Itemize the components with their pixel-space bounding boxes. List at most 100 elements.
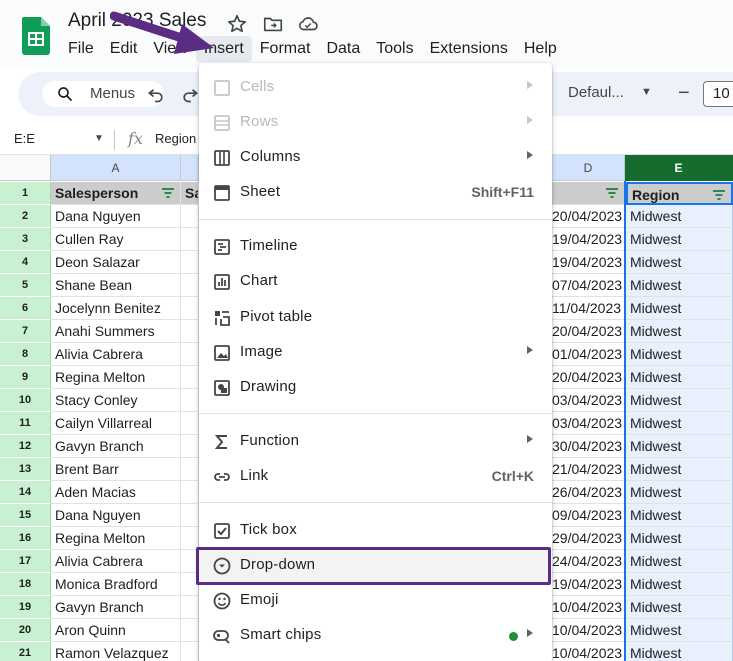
cell-date[interactable]: 20/04/2023 <box>552 205 625 228</box>
filter-icon[interactable] <box>712 189 726 201</box>
cell-salesperson[interactable]: Jocelynn Benitez <box>51 297 181 320</box>
cell-region[interactable]: Midwest <box>626 527 733 550</box>
sheets-logo-icon[interactable] <box>22 17 50 55</box>
filter-icon[interactable] <box>605 187 619 199</box>
cell-region[interactable]: Midwest <box>626 642 733 661</box>
menu-extensions[interactable]: Extensions <box>422 36 516 62</box>
row-header[interactable]: 6 <box>0 297 51 320</box>
cell-b[interactable] <box>181 596 199 619</box>
cell-salesperson[interactable]: Brent Barr <box>51 458 181 481</box>
row-header[interactable]: 17 <box>0 550 51 573</box>
row-header[interactable]: 14 <box>0 481 51 504</box>
cell-salesperson[interactable]: Cullen Ray <box>51 228 181 251</box>
cell-date[interactable]: 11/04/2023 <box>552 297 625 320</box>
font-size-input[interactable]: 10 <box>703 81 733 107</box>
cell-region[interactable]: Midwest <box>626 320 733 343</box>
cell-salesperson[interactable]: Regina Melton <box>51 366 181 389</box>
row-header[interactable]: 9 <box>0 366 51 389</box>
cell-salesperson[interactable]: Anahi Summers <box>51 320 181 343</box>
cell-region[interactable]: Midwest <box>626 573 733 596</box>
row-header[interactable]: 16 <box>0 527 51 550</box>
cell-date[interactable]: 20/04/2023 <box>552 366 625 389</box>
menu-help[interactable]: Help <box>516 36 565 62</box>
cell-b[interactable] <box>181 619 199 642</box>
cell-b[interactable] <box>181 642 199 661</box>
cloud-status-icon[interactable] <box>297 13 319 35</box>
column-header-d[interactable]: D <box>552 155 625 181</box>
cell-salesperson[interactable]: Gavyn Branch <box>51 596 181 619</box>
header-cell-b[interactable]: Sa <box>181 182 199 205</box>
column-header-b[interactable] <box>181 155 199 181</box>
row-header[interactable]: 18 <box>0 573 51 596</box>
cell-region[interactable]: Midwest <box>626 343 733 366</box>
cell-salesperson[interactable]: Alivia Cabrera <box>51 550 181 573</box>
cell-date[interactable]: 19/04/2023 <box>552 251 625 274</box>
cell-salesperson[interactable]: Deon Salazar <box>51 251 181 274</box>
row-header[interactable]: 21 <box>0 642 51 661</box>
cell-region[interactable]: Midwest <box>626 481 733 504</box>
cell-salesperson[interactable]: Gavyn Branch <box>51 435 181 458</box>
cell-date[interactable]: 07/04/2023 <box>552 274 625 297</box>
cell-date[interactable]: 29/04/2023 <box>552 527 625 550</box>
undo-icon[interactable] <box>146 84 166 104</box>
cell-region[interactable]: Midwest <box>626 366 733 389</box>
menu-item-pivot-table[interactable]: Pivot table <box>199 300 552 335</box>
row-header[interactable]: 2 <box>0 205 51 228</box>
cell-salesperson[interactable]: Dana Nguyen <box>51 504 181 527</box>
formula-input[interactable]: Region <box>155 131 196 146</box>
move-folder-icon[interactable] <box>262 13 284 35</box>
cell-b[interactable] <box>181 435 199 458</box>
cell-region[interactable]: Midwest <box>626 389 733 412</box>
select-all-corner[interactable] <box>0 155 51 181</box>
menu-tools[interactable]: Tools <box>368 36 421 62</box>
menu-item-emoji[interactable]: Emoji <box>199 583 552 618</box>
cell-date[interactable]: 19/04/2023 <box>552 228 625 251</box>
cell-salesperson[interactable]: Dana Nguyen <box>51 205 181 228</box>
menu-item-columns[interactable]: Columns <box>199 140 552 175</box>
cell-region[interactable]: Midwest <box>626 504 733 527</box>
font-family-caret-icon[interactable]: ▼ <box>641 86 652 98</box>
cell-b[interactable] <box>181 297 199 320</box>
cell-region[interactable]: Midwest <box>626 274 733 297</box>
cell-date[interactable]: 24/04/2023 <box>552 550 625 573</box>
redo-icon[interactable] <box>180 84 200 104</box>
header-cell-date[interactable] <box>552 182 625 205</box>
cell-b[interactable] <box>181 366 199 389</box>
cell-region[interactable]: Midwest <box>626 412 733 435</box>
cell-date[interactable]: 30/04/2023 <box>552 435 625 458</box>
star-icon[interactable] <box>226 13 248 35</box>
cell-region[interactable]: Midwest <box>626 619 733 642</box>
row-header[interactable]: 13 <box>0 458 51 481</box>
decrease-font-size-button[interactable]: − <box>678 82 690 105</box>
row-header[interactable]: 7 <box>0 320 51 343</box>
cell-salesperson[interactable]: Aron Quinn <box>51 619 181 642</box>
cell-region[interactable]: Midwest <box>626 596 733 619</box>
cell-salesperson[interactable]: Monica Bradford <box>51 573 181 596</box>
menu-item-image[interactable]: Image <box>199 335 552 370</box>
menu-item-rows[interactable]: Rows <box>199 105 552 140</box>
menu-item-timeline[interactable]: Timeline <box>199 229 552 264</box>
cell-b[interactable] <box>181 251 199 274</box>
cell-date[interactable]: 10/04/2023 <box>552 596 625 619</box>
menu-item-drawing[interactable]: Drawing <box>199 370 552 405</box>
row-header[interactable]: 5 <box>0 274 51 297</box>
cell-region[interactable]: Midwest <box>626 435 733 458</box>
menu-item-smart-chips[interactable]: Smart chips <box>199 618 552 653</box>
cell-region[interactable]: Midwest <box>626 228 733 251</box>
cell-b[interactable] <box>181 389 199 412</box>
menu-item-sheet[interactable]: Sheet Shift+F11 <box>199 175 552 210</box>
column-header-a[interactable]: A <box>51 155 181 181</box>
cell-salesperson[interactable]: Ramon Velazquez <box>51 642 181 661</box>
cell-b[interactable] <box>181 343 199 366</box>
cell-b[interactable] <box>181 458 199 481</box>
cell-salesperson[interactable]: Alivia Cabrera <box>51 343 181 366</box>
cell-date[interactable]: 09/04/2023 <box>552 504 625 527</box>
column-header-e[interactable]: E <box>625 155 733 181</box>
row-header[interactable]: 8 <box>0 343 51 366</box>
menu-item-chart[interactable]: Chart <box>199 264 552 299</box>
cell-region[interactable]: Midwest <box>626 297 733 320</box>
font-family-select[interactable]: Defaul... <box>568 84 624 101</box>
cell-date[interactable]: 10/04/2023 <box>552 619 625 642</box>
cell-date[interactable]: 10/04/2023 <box>552 642 625 661</box>
menu-format[interactable]: Format <box>252 36 319 62</box>
